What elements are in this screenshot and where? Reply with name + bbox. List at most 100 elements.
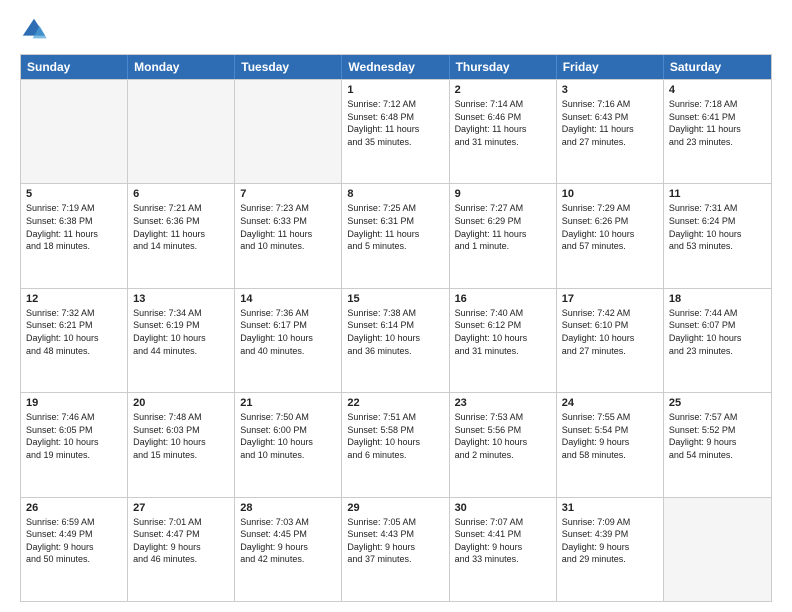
header-day-friday: Friday (557, 55, 664, 79)
day-cell-1: 1Sunrise: 7:12 AM Sunset: 6:48 PM Daylig… (342, 80, 449, 183)
header-day-tuesday: Tuesday (235, 55, 342, 79)
day-cell-23: 23 Sunrise: 7:53 AM Sunset: 5:56 PM Dayli… (450, 393, 557, 496)
day-number: 17 (562, 293, 658, 305)
day-number: 24 (562, 397, 658, 409)
day-cell-4: 4 Sunrise: 7:18 AM Sunset: 6:41 PM Daylig… (664, 80, 771, 183)
day-number: 19 (26, 397, 122, 409)
day-info: Sunrise: 7:55 AM Sunset: 5:54 PM Dayligh… (562, 411, 658, 461)
day-info: Sunrise: 7:01 AM Sunset: 4:47 PM Dayligh… (133, 516, 229, 566)
day-info: Sunrise: 7:44 AM Sunset: 6:07 PM Dayligh… (669, 307, 766, 357)
day-cell-11: 11Sunrise: 7:31 AM Sunset: 6:24 PM Dayli… (664, 184, 771, 287)
day-number: 26 (26, 502, 122, 514)
calendar-row-0: 1Sunrise: 7:12 AM Sunset: 6:48 PM Daylig… (21, 79, 771, 183)
day-info: Sunrise: 7:14 AM Sunset: 6:46 PM Dayligh… (455, 98, 551, 148)
day-cell-14: 14 Sunrise: 7:36 AM Sunset: 6:17 PM Dayli… (235, 289, 342, 392)
day-info: Sunrise: 7:36 AM Sunset: 6:17 PM Dayligh… (240, 307, 336, 357)
day-cell-9: 9 Sunrise: 7:27 AM Sunset: 6:29 PM Daylig… (450, 184, 557, 287)
day-info: Sunrise: 7:23 AM Sunset: 6:33 PM Dayligh… (240, 202, 336, 252)
day-number: 6 (133, 188, 229, 200)
day-number: 2 (455, 84, 551, 96)
day-cell-27: 27Sunrise: 7:01 AM Sunset: 4:47 PM Dayli… (128, 498, 235, 601)
day-number: 30 (455, 502, 551, 514)
day-number: 15 (347, 293, 443, 305)
day-info: Sunrise: 7:46 AM Sunset: 6:05 PM Dayligh… (26, 411, 122, 461)
day-cell-25: 25 Sunrise: 7:57 AM Sunset: 5:52 PM Dayli… (664, 393, 771, 496)
day-cell-5: 5 Sunrise: 7:19 AM Sunset: 6:38 PM Daylig… (21, 184, 128, 287)
header-day-thursday: Thursday (450, 55, 557, 79)
day-info: Sunrise: 7:19 AM Sunset: 6:38 PM Dayligh… (26, 202, 122, 252)
day-info: Sunrise: 7:48 AM Sunset: 6:03 PM Dayligh… (133, 411, 229, 461)
day-info: Sunrise: 7:09 AM Sunset: 4:39 PM Dayligh… (562, 516, 658, 566)
calendar-row-4: 26Sunrise: 6:59 AM Sunset: 4:49 PM Dayli… (21, 497, 771, 601)
day-number: 20 (133, 397, 229, 409)
day-number: 7 (240, 188, 336, 200)
empty-cell (128, 80, 235, 183)
day-info: Sunrise: 7:50 AM Sunset: 6:00 PM Dayligh… (240, 411, 336, 461)
page: SundayMondayTuesdayWednesdayThursdayFrid… (0, 0, 792, 612)
day-info: Sunrise: 7:38 AM Sunset: 6:14 PM Dayligh… (347, 307, 443, 357)
header (20, 16, 772, 44)
empty-cell (21, 80, 128, 183)
day-cell-6: 6Sunrise: 7:21 AM Sunset: 6:36 PM Daylig… (128, 184, 235, 287)
day-number: 5 (26, 188, 122, 200)
logo (20, 16, 52, 44)
day-number: 22 (347, 397, 443, 409)
calendar-row-1: 5 Sunrise: 7:19 AM Sunset: 6:38 PM Daylig… (21, 183, 771, 287)
logo-icon (20, 16, 48, 44)
day-number: 29 (347, 502, 443, 514)
calendar-body: 1Sunrise: 7:12 AM Sunset: 6:48 PM Daylig… (21, 79, 771, 601)
day-cell-30: 30 Sunrise: 7:07 AM Sunset: 4:41 PM Dayli… (450, 498, 557, 601)
day-cell-8: 8 Sunrise: 7:25 AM Sunset: 6:31 PM Daylig… (342, 184, 449, 287)
day-number: 12 (26, 293, 122, 305)
day-info: Sunrise: 7:57 AM Sunset: 5:52 PM Dayligh… (669, 411, 766, 461)
day-info: Sunrise: 7:18 AM Sunset: 6:41 PM Dayligh… (669, 98, 766, 148)
day-number: 23 (455, 397, 551, 409)
calendar-header: SundayMondayTuesdayWednesdayThursdayFrid… (21, 55, 771, 79)
day-number: 13 (133, 293, 229, 305)
header-day-sunday: Sunday (21, 55, 128, 79)
day-cell-10: 10 Sunrise: 7:29 AM Sunset: 6:26 PM Dayli… (557, 184, 664, 287)
header-day-wednesday: Wednesday (342, 55, 449, 79)
day-number: 18 (669, 293, 766, 305)
day-info: Sunrise: 7:42 AM Sunset: 6:10 PM Dayligh… (562, 307, 658, 357)
calendar-row-2: 12 Sunrise: 7:32 AM Sunset: 6:21 PM Dayli… (21, 288, 771, 392)
day-cell-31: 31 Sunrise: 7:09 AM Sunset: 4:39 PM Dayli… (557, 498, 664, 601)
day-cell-22: 22 Sunrise: 7:51 AM Sunset: 5:58 PM Dayli… (342, 393, 449, 496)
day-cell-29: 29 Sunrise: 7:05 AM Sunset: 4:43 PM Dayli… (342, 498, 449, 601)
day-cell-19: 19 Sunrise: 7:46 AM Sunset: 6:05 PM Dayli… (21, 393, 128, 496)
day-number: 8 (347, 188, 443, 200)
day-cell-15: 15 Sunrise: 7:38 AM Sunset: 6:14 PM Dayli… (342, 289, 449, 392)
day-cell-24: 24 Sunrise: 7:55 AM Sunset: 5:54 PM Dayli… (557, 393, 664, 496)
day-cell-21: 21 Sunrise: 7:50 AM Sunset: 6:00 PM Dayli… (235, 393, 342, 496)
day-number: 11 (669, 188, 766, 200)
day-cell-7: 7 Sunrise: 7:23 AM Sunset: 6:33 PM Daylig… (235, 184, 342, 287)
day-info: Sunrise: 7:25 AM Sunset: 6:31 PM Dayligh… (347, 202, 443, 252)
day-number: 10 (562, 188, 658, 200)
day-number: 4 (669, 84, 766, 96)
empty-cell (664, 498, 771, 601)
day-number: 31 (562, 502, 658, 514)
header-day-monday: Monday (128, 55, 235, 79)
day-number: 25 (669, 397, 766, 409)
day-number: 21 (240, 397, 336, 409)
day-info: Sunrise: 7:05 AM Sunset: 4:43 PM Dayligh… (347, 516, 443, 566)
day-cell-26: 26Sunrise: 6:59 AM Sunset: 4:49 PM Dayli… (21, 498, 128, 601)
day-cell-18: 18 Sunrise: 7:44 AM Sunset: 6:07 PM Dayli… (664, 289, 771, 392)
day-cell-12: 12 Sunrise: 7:32 AM Sunset: 6:21 PM Dayli… (21, 289, 128, 392)
day-info: Sunrise: 7:53 AM Sunset: 5:56 PM Dayligh… (455, 411, 551, 461)
day-cell-3: 3 Sunrise: 7:16 AM Sunset: 6:43 PM Daylig… (557, 80, 664, 183)
day-cell-16: 16Sunrise: 7:40 AM Sunset: 6:12 PM Dayli… (450, 289, 557, 392)
day-number: 14 (240, 293, 336, 305)
day-cell-20: 20 Sunrise: 7:48 AM Sunset: 6:03 PM Dayli… (128, 393, 235, 496)
day-cell-13: 13Sunrise: 7:34 AM Sunset: 6:19 PM Dayli… (128, 289, 235, 392)
day-info: Sunrise: 7:16 AM Sunset: 6:43 PM Dayligh… (562, 98, 658, 148)
day-info: Sunrise: 7:07 AM Sunset: 4:41 PM Dayligh… (455, 516, 551, 566)
day-number: 28 (240, 502, 336, 514)
day-info: Sunrise: 7:32 AM Sunset: 6:21 PM Dayligh… (26, 307, 122, 357)
day-info: Sunrise: 7:27 AM Sunset: 6:29 PM Dayligh… (455, 202, 551, 252)
day-number: 3 (562, 84, 658, 96)
day-info: Sunrise: 7:51 AM Sunset: 5:58 PM Dayligh… (347, 411, 443, 461)
day-cell-2: 2 Sunrise: 7:14 AM Sunset: 6:46 PM Daylig… (450, 80, 557, 183)
day-info: Sunrise: 7:29 AM Sunset: 6:26 PM Dayligh… (562, 202, 658, 252)
day-number: 9 (455, 188, 551, 200)
